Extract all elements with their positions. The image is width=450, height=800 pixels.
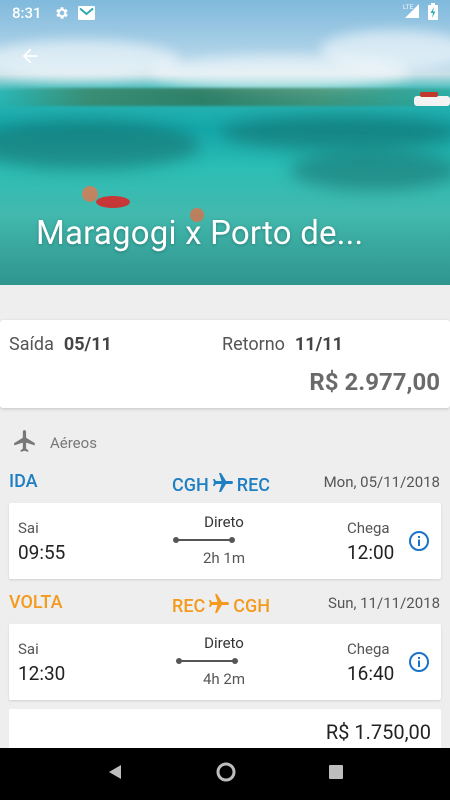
origin-code: CGH bbox=[172, 475, 209, 496]
back-triangle-icon[interactable] bbox=[106, 763, 124, 785]
airfare-price: R$ 1.750,00 bbox=[325, 720, 431, 744]
arrive-time: 12:00 bbox=[347, 541, 395, 564]
depart-time: 09:55 bbox=[18, 541, 66, 564]
route-line bbox=[173, 537, 235, 543]
gmail-icon bbox=[77, 6, 95, 20]
destination-code: REC bbox=[236, 475, 271, 496]
depart-time: 12:30 bbox=[18, 662, 66, 685]
navigation-bar bbox=[0, 748, 450, 800]
leg-header-return: VOLTA REC CGH Sun, 11/11/2018 bbox=[0, 588, 450, 618]
flight-type: Direto bbox=[204, 513, 244, 531]
destination-code: CGH bbox=[233, 596, 271, 617]
return-summary: Retorno 11/11 bbox=[222, 334, 343, 355]
boat-shape bbox=[414, 92, 450, 106]
reef-shape bbox=[220, 115, 450, 150]
gear-icon bbox=[54, 5, 70, 21]
flight-type: Direto bbox=[204, 634, 244, 652]
return-date: 11/11 bbox=[294, 334, 343, 355]
arrive-time: 16:40 bbox=[347, 662, 395, 685]
airfare-section-header: Aéreos bbox=[12, 428, 97, 458]
signal-icon: LTE bbox=[402, 3, 420, 23]
home-circle-icon[interactable] bbox=[215, 761, 237, 787]
departure-label: Saída bbox=[9, 334, 54, 355]
origin-code: REC bbox=[172, 596, 206, 617]
leg-date: Sun, 11/11/2018 bbox=[328, 594, 440, 612]
route-line bbox=[176, 658, 238, 664]
arrive-label: Chega bbox=[347, 640, 390, 658]
total-price: R$ 2.977,00 bbox=[309, 368, 440, 396]
page-title: Maragogi x Porto de... bbox=[36, 214, 364, 253]
return-label: Retorno bbox=[222, 334, 285, 355]
leg-header-outbound: IDA CGH REC Mon, 05/11/2018 bbox=[0, 467, 450, 497]
airplane-icon bbox=[12, 428, 38, 458]
flight-duration: 2h 1m bbox=[203, 549, 245, 567]
leg-direction: IDA bbox=[9, 471, 38, 492]
screen: 8:31 LTE Maragogi x Porto de... Saída 05/… bbox=[0, 0, 450, 800]
reef-shape bbox=[0, 120, 200, 170]
status-right: LTE bbox=[402, 2, 438, 24]
island-shape bbox=[0, 88, 450, 106]
trip-summary-card: Saída 05/11 Retorno 11/11 R$ 2.977,00 bbox=[0, 320, 450, 408]
leg-route: CGH REC bbox=[172, 471, 270, 500]
arrive-label: Chega bbox=[347, 519, 390, 537]
flight-card-return[interactable]: Sai 12:30 Direto 4h 2m Chega 16:40 bbox=[9, 624, 441, 700]
battery-charging-icon bbox=[428, 2, 438, 24]
flight-route-summary: Direto 4h 2m bbox=[169, 624, 279, 700]
flight-duration: 4h 2m bbox=[203, 670, 245, 688]
arrow-left-icon bbox=[19, 45, 41, 71]
leg-direction: VOLTA bbox=[9, 592, 63, 613]
flight-route-summary: Direto 2h 1m bbox=[169, 503, 279, 579]
leg-route: REC CGH bbox=[172, 592, 270, 621]
svg-text:LTE: LTE bbox=[403, 5, 414, 11]
depart-label: Sai bbox=[18, 519, 39, 537]
status-time: 8:31 bbox=[12, 4, 42, 22]
departure-summary: Saída 05/11 bbox=[9, 334, 112, 355]
departure-date: 05/11 bbox=[63, 334, 112, 355]
flight-card-outbound[interactable]: Sai 09:55 Direto 2h 1m Chega 12:00 bbox=[9, 503, 441, 579]
status-bar: 8:31 LTE bbox=[0, 0, 450, 26]
airfare-label: Aéreos bbox=[50, 434, 97, 452]
info-icon[interactable] bbox=[407, 529, 431, 553]
back-button[interactable] bbox=[14, 42, 46, 74]
airplane-right-icon bbox=[205, 592, 233, 621]
depart-label: Sai bbox=[18, 640, 39, 658]
recents-square-icon[interactable] bbox=[328, 764, 344, 784]
leg-date: Mon, 05/11/2018 bbox=[323, 473, 440, 491]
info-icon[interactable] bbox=[407, 650, 431, 674]
airplane-right-icon bbox=[209, 471, 237, 500]
